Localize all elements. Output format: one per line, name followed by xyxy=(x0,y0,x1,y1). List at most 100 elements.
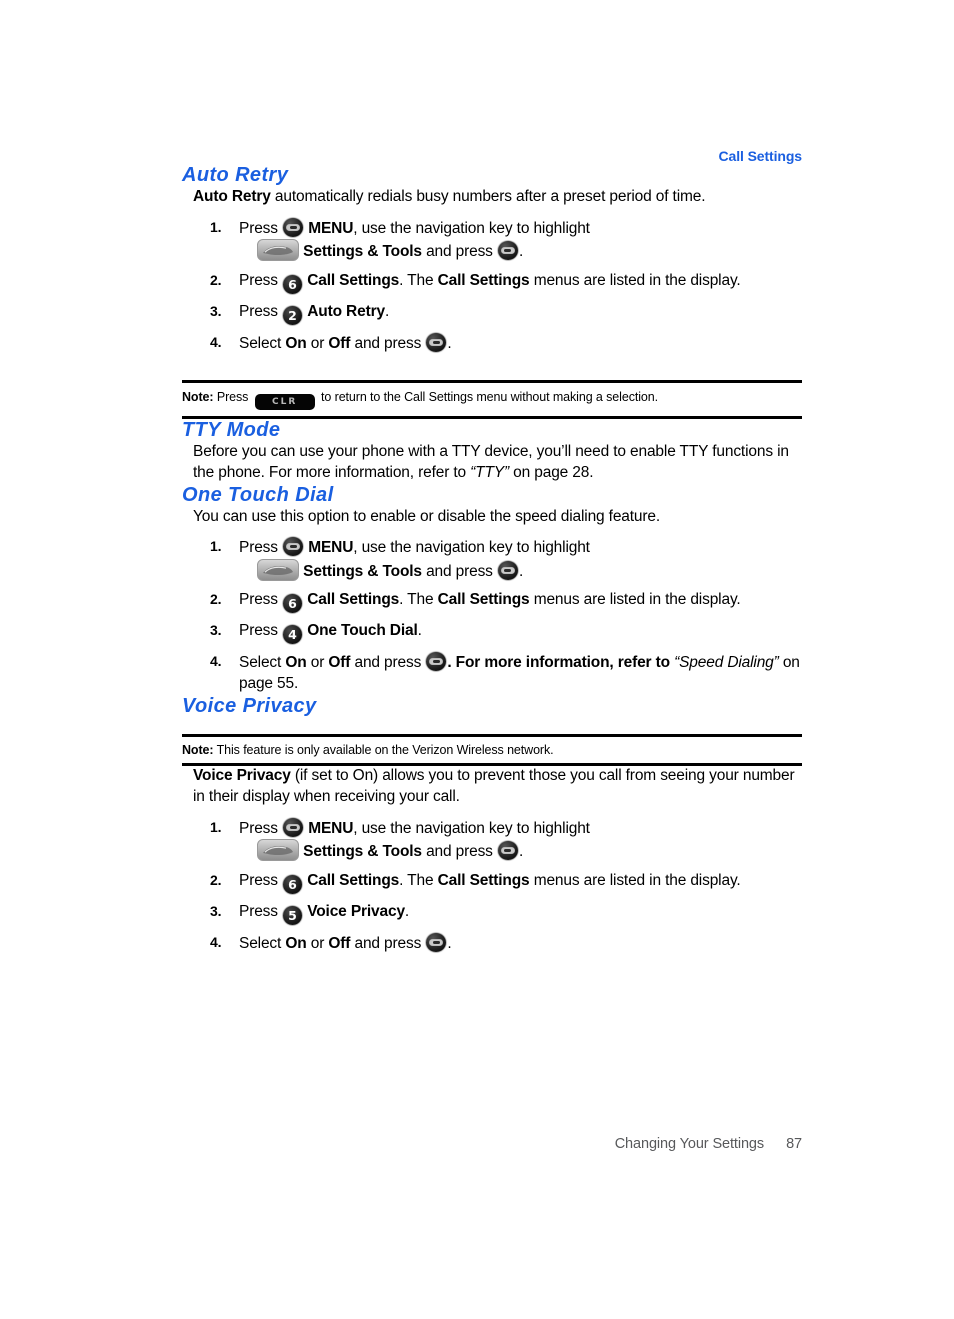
step-item: 2. Press 6 Call Settings. The Call Setti… xyxy=(182,271,802,294)
key-6-icon: 6 xyxy=(283,874,303,894)
tty-body-b: on page 28. xyxy=(509,464,594,482)
step-number: 3. xyxy=(210,622,222,639)
step-text-tools: Settings & Tools xyxy=(303,562,422,580)
footer-chapter: Changing Your Settings xyxy=(614,1136,765,1152)
step-item: 3. Press 5 Voice Privacy. xyxy=(182,902,802,925)
key-5-icon: 5 xyxy=(283,905,303,925)
step-item: 4. Select On or Off and press . For more… xyxy=(182,652,802,694)
step-text-c: . The xyxy=(399,591,438,609)
step-number: 2. xyxy=(210,591,222,608)
step-second-line: Settings & Tools and press . xyxy=(239,239,802,263)
step-text-or: or xyxy=(306,334,329,352)
step-text-a: Press xyxy=(239,591,283,609)
tty-mode-body: Before you can use your phone with a TTY… xyxy=(182,442,802,483)
section-heading-tty-mode: TTY Mode xyxy=(182,419,281,442)
note-text: Note: This feature is only available on … xyxy=(182,743,802,759)
section-heading-one-touch-dial: One Touch Dial xyxy=(182,483,334,506)
step-item: 4. Select On or Off and press . xyxy=(182,932,802,955)
step-text-a: Press xyxy=(239,902,283,920)
ok-key-icon xyxy=(426,332,447,352)
step-text-e: and press xyxy=(350,934,426,952)
step-text-period: . xyxy=(518,243,524,261)
step-number: 4. xyxy=(210,333,222,350)
key-6-icon: 6 xyxy=(283,594,303,614)
step-number: 2. xyxy=(210,871,222,888)
settings-and-tools-key-icon xyxy=(257,558,299,581)
step-text-reference: “Speed Dialing” xyxy=(674,654,779,672)
step-text-c: , use the navigation key to highlight xyxy=(353,539,590,557)
step-number: 4. xyxy=(210,933,222,950)
note-text: Note: Press CLR to return to the Call Se… xyxy=(182,390,802,411)
wrench-swoosh-icon xyxy=(263,246,293,256)
step-text-e: and press xyxy=(350,334,426,352)
step-text-a: Press xyxy=(239,219,283,237)
auto-retry-steps: 1. Press MENU, use the navigation key to… xyxy=(182,217,802,355)
note-block-auto-retry: Note: Press CLR to return to the Call Se… xyxy=(182,380,802,420)
step-item: 2. Press 6 Call Settings. The Call Setti… xyxy=(182,590,802,614)
step-text-and-press: and press xyxy=(421,843,497,861)
auto-retry-intro-rest: automatically redials busy numbers after… xyxy=(270,188,706,205)
one-touch-dial-steps: 1. Press MENU, use the navigation key to… xyxy=(182,537,802,694)
step-text-on: On xyxy=(285,934,307,952)
wrench-swoosh-icon xyxy=(263,846,293,856)
step-text-on: On xyxy=(285,334,307,352)
step-item: 1. Press MENU, use the navigation key to… xyxy=(182,537,802,582)
step-text-c: , use the navigation key to highlight xyxy=(353,219,590,237)
step-text-or: or xyxy=(306,934,329,952)
step-text-menu: MENU xyxy=(308,219,354,237)
step-text-f: . For more information, refer to xyxy=(447,654,675,672)
note-before: Press xyxy=(213,390,252,405)
step-text-c: . xyxy=(404,902,410,920)
voice-privacy-intro: Voice Privacy (if set to On) allows you … xyxy=(182,766,802,807)
section-heading-voice-privacy: Voice Privacy xyxy=(182,694,317,717)
step-text-f: . xyxy=(447,334,452,352)
step-item: 4. Select On or Off and press . xyxy=(182,332,802,355)
step-text-a: Press xyxy=(239,819,283,837)
ok-key-icon xyxy=(497,841,518,861)
step-number: 1. xyxy=(210,218,222,235)
note-after: to return to the Call Settings menu with… xyxy=(317,390,658,405)
step-text-a: Press xyxy=(239,871,283,889)
step-text-and-press: and press xyxy=(421,243,497,261)
step-text-menu: MENU xyxy=(308,819,354,837)
step-text-e: menus are listed in the display. xyxy=(529,591,741,609)
ok-key-icon xyxy=(426,932,447,952)
step-text-b: Call Settings xyxy=(307,871,400,889)
step-item: 1. Press MENU, use the navigation key to… xyxy=(182,217,802,263)
step-text-b: Call Settings xyxy=(307,271,400,289)
settings-and-tools-key-icon xyxy=(257,239,299,262)
step-text-a: Press xyxy=(239,271,283,289)
step-text-f: . xyxy=(447,934,452,952)
key-4-icon: 4 xyxy=(283,625,303,645)
settings-and-tools-key-icon xyxy=(257,839,299,862)
step-text-a: Select xyxy=(239,654,286,672)
step-text-or: or xyxy=(306,654,329,672)
section-heading-auto-retry: Auto Retry xyxy=(182,164,289,186)
menu-key-icon xyxy=(283,817,304,837)
ok-key-icon xyxy=(497,241,518,261)
wrench-swoosh-icon xyxy=(263,565,293,575)
step-text-on: On xyxy=(285,654,307,672)
step-item: 2. Press 6 Call Settings. The Call Setti… xyxy=(182,871,802,894)
step-text-a: Press xyxy=(239,622,283,640)
step-text-e: and press xyxy=(350,654,426,672)
menu-key-icon xyxy=(283,537,304,557)
step-second-line: Settings & Tools and press . xyxy=(239,839,802,863)
auto-retry-intro-bold: Auto Retry xyxy=(193,188,271,205)
step-text-c: . The xyxy=(399,271,438,289)
step-text-c: . The xyxy=(399,871,438,889)
step-text-b: Voice Privacy xyxy=(307,902,405,920)
step-text-b: Call Settings xyxy=(307,591,400,609)
auto-retry-intro: Auto Retry automatically redials busy nu… xyxy=(182,187,802,208)
note-block-voice-privacy: Note: This feature is only available on … xyxy=(182,733,802,767)
step-text-c: . xyxy=(384,302,390,320)
step-text-b: One Touch Dial xyxy=(307,622,418,640)
step-text-a: Select xyxy=(239,334,286,352)
step-text-c: . xyxy=(417,622,422,640)
step-text-b: Auto Retry xyxy=(307,302,385,320)
step-text-tools: Settings & Tools xyxy=(303,843,422,861)
step-text-period: . xyxy=(518,843,524,861)
step-item: 1. Press MENU, use the navigation key to… xyxy=(182,817,802,863)
page-footer: Changing Your Settings 87 xyxy=(182,1136,802,1152)
step-text-e: menus are listed in the display. xyxy=(529,271,741,289)
